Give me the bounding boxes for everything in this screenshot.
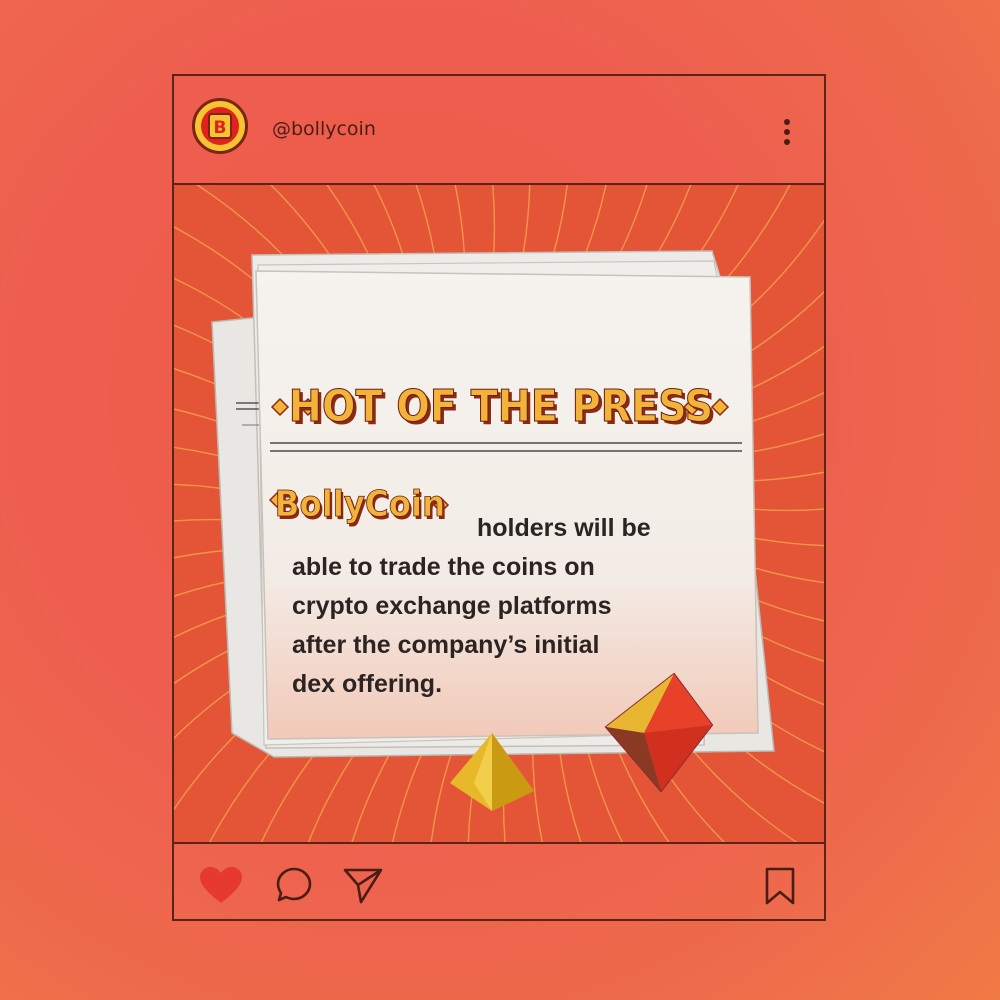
heart-icon[interactable] bbox=[198, 865, 244, 905]
avatar-logo: B bbox=[201, 107, 239, 145]
caption-line-1: holders will be bbox=[477, 514, 651, 542]
svg-text:B: B bbox=[214, 118, 227, 138]
avatar[interactable]: B bbox=[192, 98, 248, 154]
bookmark-icon[interactable] bbox=[762, 865, 798, 907]
post-header: B @bollycoin bbox=[174, 76, 824, 185]
post-actions-bar bbox=[174, 842, 824, 919]
bollycoin-logo-icon: B bbox=[208, 113, 232, 139]
account-handle[interactable]: @bollycoin bbox=[272, 118, 376, 140]
send-icon[interactable] bbox=[342, 865, 384, 905]
headline: HOT OF THE PRESS bbox=[289, 381, 714, 432]
social-post-card: B @bollycoin HOT OF THE PRESS HOT OF THE… bbox=[172, 74, 826, 921]
more-vertical-icon[interactable] bbox=[784, 119, 790, 149]
caption-line-3: crypto exchange platforms bbox=[292, 592, 612, 620]
comment-icon[interactable] bbox=[274, 865, 314, 905]
post-image: HOT OF THE PRESS HOT OF THE PRESS BollyC… bbox=[174, 185, 824, 842]
caption-line-5: dex offering. bbox=[292, 670, 443, 698]
caption-line-4: after the company’s initial bbox=[292, 631, 600, 659]
post-caption-body: holders will be able to trade the coins … bbox=[292, 509, 712, 704]
caption-line-2: able to trade the coins on bbox=[292, 553, 595, 581]
